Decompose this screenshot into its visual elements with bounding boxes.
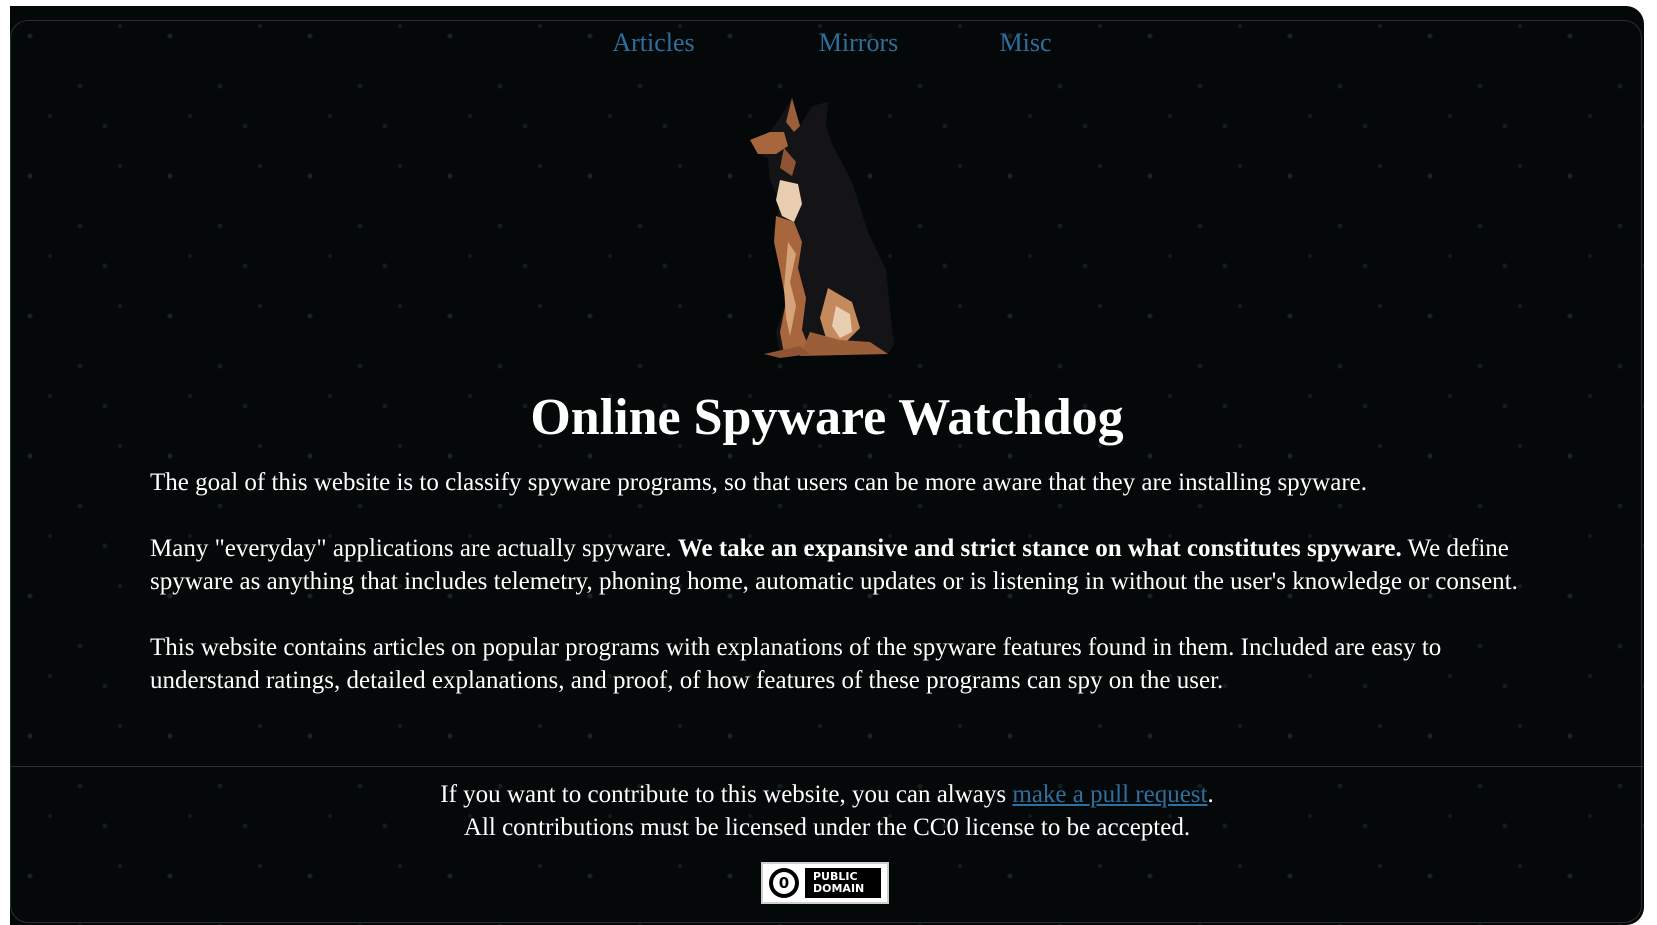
nav-link-mirrors[interactable]: Mirrors [784, 28, 934, 58]
footer-line-1: If you want to contribute to this websit… [10, 778, 1644, 811]
nav-link-articles[interactable]: Articles [579, 28, 729, 58]
top-navigation: Articles Mirrors Misc [10, 28, 1644, 58]
intro-paragraph-3: This website contains articles on popula… [150, 634, 1442, 694]
footer: If you want to contribute to this websit… [10, 778, 1644, 844]
nav-link-misc[interactable]: Misc [976, 28, 1076, 58]
cc0-circle-icon: 0 [769, 868, 799, 898]
intro-paragraph-1: The goal of this website is to classify … [150, 469, 1368, 496]
cc0-symbol: 0 [773, 872, 795, 894]
intro-p2-bold: We take an expansive and strict stance o… [677, 535, 1402, 562]
footer-line-2: All contributions must be licensed under… [463, 814, 1191, 841]
watchdog-dog-logo-icon [750, 98, 894, 358]
browser-viewport: Articles Mirrors Misc Online Spyware Wat… [10, 6, 1644, 925]
page-title: Online Spyware Watchdog [530, 389, 1124, 446]
intro-paragraph-2: Many "everyday" applications are actuall… [150, 532, 1530, 598]
footer-line-1-end: . [1207, 781, 1214, 808]
public-domain-label: PUBLIC DOMAIN [805, 868, 881, 898]
pull-request-link[interactable]: make a pull request [1012, 781, 1207, 808]
footer-divider [10, 766, 1644, 767]
footer-line-1-start: If you want to contribute to this websit… [440, 781, 1013, 808]
intro-content: The goal of this website is to classify … [150, 466, 1530, 730]
intro-p2-start: Many "everyday" applications are actuall… [150, 535, 678, 562]
public-domain-badge-icon[interactable]: 0 PUBLIC DOMAIN [761, 862, 889, 904]
public-domain-line-2: DOMAIN [813, 882, 865, 895]
page-frame: Articles Mirrors Misc Online Spyware Wat… [0, 0, 1657, 925]
